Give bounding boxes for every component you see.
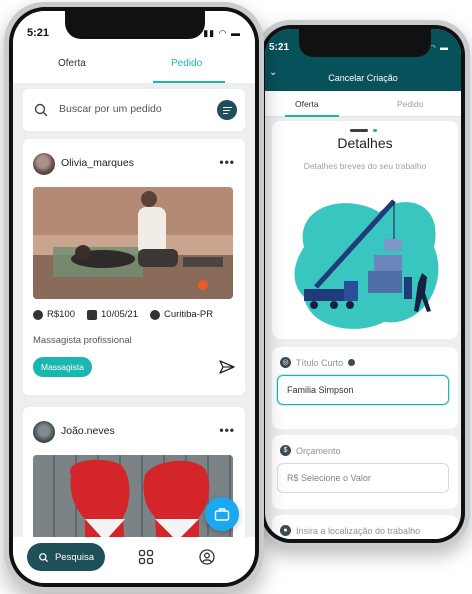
create-details-screen: 5:21 ▮▮ ◠ ▬ ⌄ Cancelar Criação Oferta Pe…	[265, 29, 461, 539]
tab-pedido[interactable]: Pedido	[397, 99, 423, 109]
calendar-icon	[87, 309, 97, 320]
post-description: Massagista profissional	[33, 335, 132, 346]
active-tab-indicator	[285, 115, 339, 117]
profile-icon[interactable]	[199, 549, 215, 565]
short-title-field-card: ◎ Título Curto Familia Simpson	[272, 347, 458, 429]
feed-screen: 5:21 ▮▮ ◠ ▬ Oferta Pedido Buscar por um …	[13, 11, 255, 583]
nav-search-button[interactable]: Pesquisa	[27, 543, 105, 571]
massage-photo	[33, 187, 233, 299]
more-options-icon[interactable]: •••	[219, 155, 235, 169]
search-icon	[34, 103, 48, 117]
crane-construction-illustration	[294, 199, 439, 329]
more-options-icon[interactable]: •••	[219, 423, 235, 437]
avatar[interactable]	[33, 421, 55, 443]
details-subtitle: Detalhes breves do seu trabalho	[303, 161, 427, 171]
nav-search-label: Pesquisa	[54, 551, 95, 563]
filter-icon[interactable]	[217, 100, 237, 120]
main-phone-mockup: 5:21 ▮▮ ◠ ▬ Oferta Pedido Buscar por um …	[4, 2, 264, 592]
grid-icon[interactable]	[138, 549, 154, 565]
search-icon	[39, 552, 49, 562]
active-tab-indicator	[153, 81, 225, 83]
location-label-text: Insira a localização do trabalho	[296, 525, 421, 536]
status-icons: ▮▮ ◠ ▬	[203, 28, 241, 38]
stage: 5:21 ▮▮ ◠ ▬ ⌄ Cancelar Criação Oferta Pe…	[0, 0, 472, 594]
post-meta: R$100 10/05/21 Curitiba-PR	[33, 309, 213, 320]
post-card[interactable]: Olivia_marques ••• R$100 10/05/21 Curiti…	[23, 139, 245, 395]
info-icon[interactable]	[348, 359, 356, 366]
budget-select[interactable]: R$ Selecione o Valor	[277, 463, 449, 493]
tab-bar: Oferta Pedido	[265, 91, 461, 117]
post-date: 10/05/21	[101, 309, 138, 320]
post-location: Curitiba-PR	[163, 309, 214, 320]
budget-label-text: Orçamento	[296, 445, 341, 456]
dollar-icon	[33, 309, 43, 320]
status-time: 5:21	[27, 27, 50, 39]
post-price: R$100	[47, 309, 75, 320]
budget-label: $ Orçamento	[280, 445, 341, 456]
location-field-card: ● Insira a localização do trabalho	[272, 515, 458, 539]
post-username[interactable]: Olivia_marques	[61, 157, 134, 169]
location-pin-icon: ●	[280, 525, 291, 536]
short-title-label: ◎ Título Curto	[280, 357, 356, 368]
search-bar[interactable]: Buscar por um pedido	[23, 89, 245, 131]
tab-pedido[interactable]: Pedido	[171, 58, 202, 69]
briefcase-icon	[214, 508, 230, 521]
briefcase-fab-button[interactable]	[205, 497, 239, 531]
post-card[interactable]: João.neves •••	[23, 407, 245, 557]
short-title-input[interactable]: Familia Simpson	[277, 375, 449, 405]
target-icon: ◎	[280, 357, 291, 368]
phone-notch	[299, 29, 431, 57]
phone-notch	[65, 11, 205, 39]
category-tag[interactable]: Massagista	[33, 357, 92, 377]
secondary-phone-mockup: 5:21 ▮▮ ◠ ▬ ⌄ Cancelar Criação Oferta Pe…	[256, 20, 470, 548]
status-time: 5:21	[269, 42, 290, 53]
send-icon[interactable]	[219, 359, 235, 375]
bottom-nav: Pesquisa	[13, 537, 255, 583]
post-username[interactable]: João.neves	[61, 425, 115, 437]
details-card: Detalhes Detalhes breves do seu trabalho	[272, 121, 458, 339]
avatar[interactable]	[33, 153, 55, 175]
search-input[interactable]: Buscar por um pedido	[59, 103, 162, 115]
location-label: ● Insira a localização do trabalho	[280, 525, 420, 536]
short-title-label-text: Título Curto	[296, 357, 344, 368]
tab-oferta[interactable]: Oferta	[295, 99, 319, 109]
tab-oferta[interactable]: Oferta	[58, 58, 86, 69]
details-title: Detalhes	[337, 135, 393, 151]
cancel-creation-button[interactable]: Cancelar Criação	[265, 73, 461, 83]
location-pin-icon	[149, 309, 160, 320]
budget-field-card: $ Orçamento R$ Selecione o Valor	[272, 435, 458, 509]
dollar-icon: $	[280, 445, 291, 456]
